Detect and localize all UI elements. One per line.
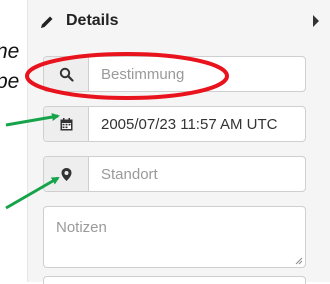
pencil-icon — [41, 16, 53, 28]
search-icon — [59, 67, 74, 82]
location-addon — [44, 157, 89, 191]
date-field[interactable]: 2005/07/23 11:57 AM UTC — [43, 106, 306, 142]
calendar-icon — [60, 117, 72, 130]
date-addon — [44, 107, 89, 141]
search-addon — [44, 57, 89, 91]
background-text-line-2: pe — [0, 70, 20, 93]
details-header[interactable]: Details — [28, 0, 330, 46]
location-field[interactable]: Standort — [43, 156, 306, 192]
location-input[interactable]: Standort — [89, 157, 305, 191]
details-title: Details — [66, 12, 119, 29]
search-field[interactable]: Bestimmung — [43, 56, 306, 92]
search-input[interactable]: Bestimmung — [89, 57, 305, 91]
resize-handle-icon[interactable] — [294, 256, 303, 265]
next-field-edge — [43, 276, 306, 284]
details-panel: Details Bestimmung 2005/07/23 11:57 AM U… — [27, 0, 330, 284]
notes-textarea[interactable]: Notizen — [43, 206, 306, 268]
date-input[interactable]: 2005/07/23 11:57 AM UTC — [89, 107, 305, 141]
caret-right-icon[interactable] — [313, 15, 319, 27]
notes-placeholder: Notizen — [56, 219, 107, 236]
background-text-line-1: ne — [0, 40, 20, 63]
map-marker-icon — [61, 167, 71, 181]
